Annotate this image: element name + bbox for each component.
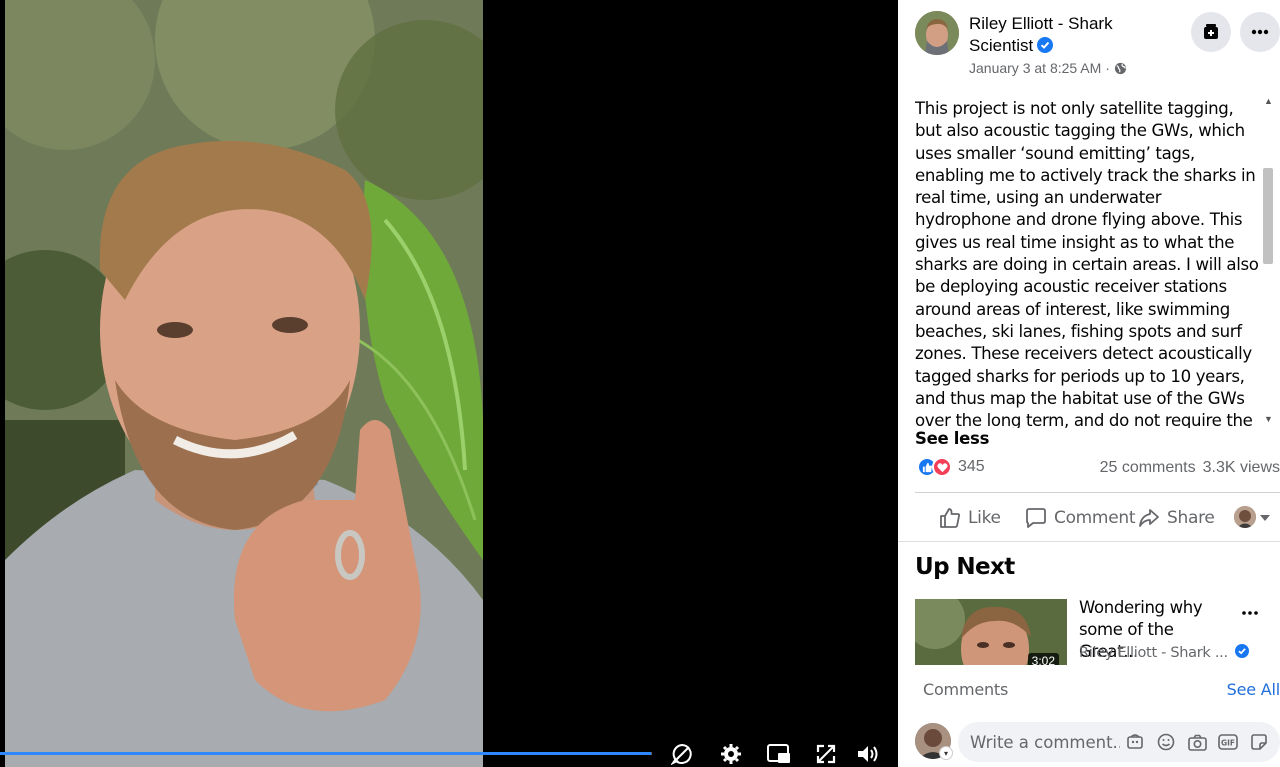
- react-as-selector[interactable]: [1234, 506, 1270, 528]
- sticker-icon[interactable]: [1248, 731, 1270, 753]
- post-caption-text: This project is not only satellite taggi…: [915, 99, 1259, 428]
- post-stats: 25 comments 3.3K views: [1100, 459, 1280, 477]
- video-progress-fill: [0, 752, 652, 755]
- author-name[interactable]: Riley Elliott - Shark Scientist: [969, 13, 1159, 59]
- avatar-sticker-icon[interactable]: [1124, 731, 1146, 753]
- verified-badge-icon: [1234, 644, 1249, 662]
- fullscreen-icon[interactable]: [813, 741, 839, 767]
- caption-scrollbar[interactable]: ▲ ▼: [1260, 94, 1274, 430]
- video-still-image: [5, 0, 483, 767]
- up-next-more-icon[interactable]: [1242, 599, 1258, 620]
- video-frame[interactable]: [5, 0, 483, 767]
- video-progress-bar[interactable]: [0, 752, 652, 755]
- post-caption: This project is not only satellite taggi…: [915, 98, 1262, 428]
- comment-button[interactable]: Comment: [1025, 503, 1136, 533]
- verified-badge-icon: [1037, 37, 1054, 59]
- thumbs-up-icon: [940, 508, 961, 528]
- like-button[interactable]: Like: [939, 503, 1001, 533]
- like-label[interactable]: Like: [968, 508, 1001, 528]
- save-video-button[interactable]: [1191, 12, 1231, 52]
- actions-divider: [915, 492, 1280, 493]
- see-all-link[interactable]: See All: [1227, 680, 1280, 699]
- reaction-count[interactable]: 345: [958, 458, 985, 476]
- picture-in-picture-icon[interactable]: [766, 741, 792, 767]
- scroll-down-arrow-icon[interactable]: ▼: [1264, 414, 1273, 424]
- more-options-button[interactable]: [1240, 12, 1280, 52]
- see-less-link[interactable]: See less: [915, 429, 989, 448]
- emoji-icon[interactable]: [1155, 731, 1177, 753]
- settings-gear-icon[interactable]: [718, 741, 744, 767]
- react-as-avatar: [1234, 506, 1256, 528]
- love-reaction-icon: [932, 457, 952, 477]
- comments-label: Comments: [923, 680, 1009, 699]
- up-next-channel-name[interactable]: Riley Elliott - Shark ...: [1079, 645, 1228, 661]
- comments-count[interactable]: 25 comments: [1100, 459, 1196, 476]
- globe-icon: [1114, 62, 1127, 78]
- svg-text:GIF: GIF: [1221, 739, 1235, 748]
- up-next-thumbnail[interactable]: 3:02: [915, 599, 1067, 665]
- caret-down-icon: [1260, 508, 1270, 526]
- meta-separator: ·: [1105, 60, 1110, 76]
- up-next-channel[interactable]: Riley Elliott - Shark ...: [1079, 644, 1249, 662]
- chevron-down-icon[interactable]: ▾: [939, 746, 953, 760]
- up-next-heading: Up Next: [915, 554, 1015, 580]
- caption-scroll-thumb[interactable]: [1263, 168, 1273, 264]
- volume-icon[interactable]: [855, 741, 881, 767]
- comment-composer[interactable]: GIF: [958, 722, 1280, 762]
- comment-input[interactable]: [970, 722, 1120, 762]
- scroll-up-arrow-icon[interactable]: ▲: [1264, 96, 1273, 106]
- captions-off-icon[interactable]: [669, 741, 695, 767]
- post-side-panel: Riley Elliott - Shark Scientist January …: [898, 0, 1280, 767]
- share-arrow-icon: [1139, 509, 1159, 527]
- post-timestamp[interactable]: January 3 at 8:25 AM: [969, 60, 1101, 76]
- share-label[interactable]: Share: [1167, 508, 1215, 528]
- camera-icon[interactable]: [1186, 731, 1208, 753]
- save-icon: [1204, 24, 1218, 39]
- views-count: 3.3K views: [1202, 459, 1280, 476]
- up-next-duration: 3:02: [1027, 653, 1059, 665]
- reactions-summary[interactable]: 345: [917, 457, 985, 477]
- comment-label[interactable]: Comment: [1054, 508, 1136, 528]
- ellipsis-icon: [1251, 29, 1269, 35]
- author-avatar[interactable]: [915, 11, 959, 55]
- section-divider: [898, 541, 1280, 542]
- video-player[interactable]: [0, 0, 898, 767]
- comment-bubble-icon: [1026, 508, 1046, 528]
- post-meta: January 3 at 8:25 AM ·: [969, 60, 1127, 78]
- share-button[interactable]: Share: [1138, 503, 1215, 533]
- gif-icon[interactable]: GIF: [1217, 731, 1239, 753]
